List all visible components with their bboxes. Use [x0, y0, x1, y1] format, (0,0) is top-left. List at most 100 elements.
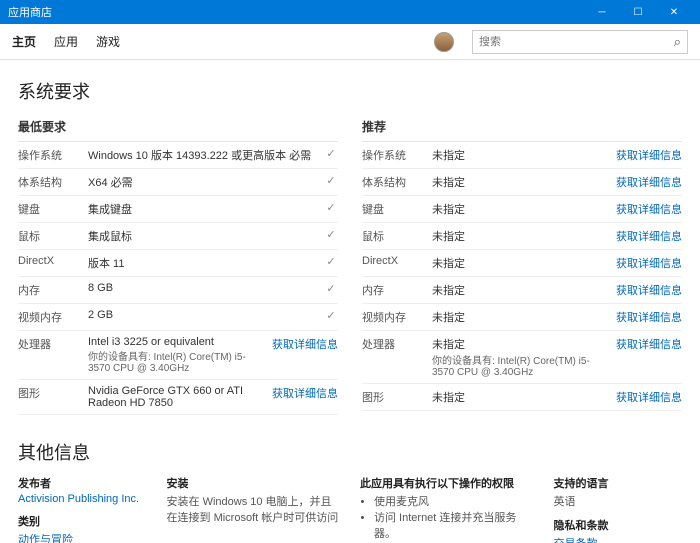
detail-link[interactable]: 获取详细信息 [616, 389, 682, 405]
req-label: 图形 [18, 385, 88, 401]
nav-apps[interactable]: 应用 [54, 33, 78, 50]
req-value: 8 GB [88, 282, 324, 294]
req-label: 处理器 [362, 336, 432, 352]
detail-link[interactable]: 获取详细信息 [272, 336, 338, 352]
rec-row-7: 处理器未指定你的设备具有: Intel(R) Core(TM) i5-3570 … [362, 331, 682, 384]
titlebar: 应用商店 ─ ☐ ✕ [0, 0, 700, 24]
avatar[interactable] [434, 32, 454, 52]
detail-link[interactable]: 获取详细信息 [616, 255, 682, 271]
window-title: 应用商店 [8, 4, 584, 20]
nav-home[interactable]: 主页 [12, 33, 36, 50]
min-row-3: 鼠标集成鼠标✓ [18, 223, 338, 250]
detail-link[interactable]: 获取详细信息 [616, 147, 682, 163]
min-row-1: 体系结构X64 必需✓ [18, 169, 338, 196]
detail-link[interactable]: 获取详细信息 [616, 201, 682, 217]
detail-link[interactable]: 获取详细信息 [616, 282, 682, 298]
search-input[interactable] [479, 36, 674, 48]
check-icon: ✓ [324, 174, 338, 187]
detail-link[interactable]: 获取详细信息 [616, 309, 682, 325]
detail-link[interactable]: 获取详细信息 [616, 228, 682, 244]
rec-row-8: 图形未指定获取详细信息 [362, 384, 682, 411]
req-value: 未指定 [432, 255, 610, 271]
check-icon: ✓ [324, 255, 338, 268]
req-subvalue: 你的设备具有: Intel(R) Core(TM) i5-3570 CPU @ … [88, 348, 266, 374]
req-value: X64 必需 [88, 174, 324, 190]
privacy-link[interactable]: 交易条款 [553, 535, 682, 543]
maximize-button[interactable]: ☐ [620, 7, 656, 18]
rec-row-2: 键盘未指定获取详细信息 [362, 196, 682, 223]
rec-header: 推荐 [362, 114, 682, 142]
req-value: 未指定 [432, 174, 610, 190]
req-value: 未指定 [432, 389, 610, 405]
req-label: 鼠标 [362, 228, 432, 244]
close-button[interactable]: ✕ [656, 7, 692, 18]
check-icon: ✓ [324, 147, 338, 160]
min-col: 最低要求 操作系统Windows 10 版本 14393.222 或更高版本 必… [18, 114, 338, 415]
req-value: Intel i3 3225 or equivalent你的设备具有: Intel… [88, 336, 266, 374]
req-value: 未指定 [432, 228, 610, 244]
req-label: 内存 [18, 282, 88, 298]
req-value: 未指定 [432, 282, 610, 298]
req-value: 2 GB [88, 309, 324, 321]
nav-games[interactable]: 游戏 [96, 33, 120, 50]
rec-row-0: 操作系统未指定获取详细信息 [362, 142, 682, 169]
req-value: 未指定 [432, 147, 610, 163]
req-subvalue: 你的设备具有: Intel(R) Core(TM) i5-3570 CPU @ … [432, 352, 610, 378]
min-row-0: 操作系统Windows 10 版本 14393.222 或更高版本 必需✓ [18, 142, 338, 169]
other-heading: 其他信息 [18, 439, 682, 465]
req-label: DirectX [18, 255, 88, 267]
rec-row-3: 鼠标未指定获取详细信息 [362, 223, 682, 250]
req-value: 未指定你的设备具有: Intel(R) Core(TM) i5-3570 CPU… [432, 336, 610, 378]
search-box[interactable]: ⌕ [472, 30, 688, 54]
req-label: 视频内存 [362, 309, 432, 325]
perm-item: 使用麦克风 [374, 493, 533, 509]
min-row-6: 视频内存2 GB✓ [18, 304, 338, 331]
lang-block: 支持的语言 英语 隐私和条款 交易条款 举报此产品 告知 Microsoft 不… [553, 475, 682, 543]
req-value: 版本 11 [88, 255, 324, 271]
publisher-link[interactable]: Activision Publishing Inc. [18, 493, 147, 505]
req-label: 键盘 [362, 201, 432, 217]
req-value: 集成鼠标 [88, 228, 324, 244]
req-label: 处理器 [18, 336, 88, 352]
navbar: 主页 应用 游戏 ⌕ [0, 24, 700, 60]
detail-link[interactable]: 获取详细信息 [616, 336, 682, 352]
rec-col: 推荐 操作系统未指定获取详细信息体系结构未指定获取详细信息键盘未指定获取详细信息… [362, 114, 682, 415]
min-header: 最低要求 [18, 114, 338, 142]
req-label: 内存 [362, 282, 432, 298]
req-value: 未指定 [432, 309, 610, 325]
rec-row-5: 内存未指定获取详细信息 [362, 277, 682, 304]
minimize-button[interactable]: ─ [584, 7, 620, 18]
req-label: 操作系统 [362, 147, 432, 163]
req-label: 体系结构 [18, 174, 88, 190]
min-row-8: 图形Nvidia GeForce GTX 660 or ATI Radeon H… [18, 380, 338, 415]
publisher-block: 发布者 Activision Publishing Inc. 类别 动作与冒险 … [18, 475, 147, 543]
req-label: 体系结构 [362, 174, 432, 190]
req-label: 图形 [362, 389, 432, 405]
check-icon: ✓ [324, 309, 338, 322]
min-row-4: DirectX版本 11✓ [18, 250, 338, 277]
install-block: 安装 安装在 Windows 10 电脑上，并且在连接到 Microsoft 帐… [167, 475, 340, 543]
category-link[interactable]: 动作与冒险 [18, 531, 147, 543]
req-label: 视频内存 [18, 309, 88, 325]
req-value: 未指定 [432, 201, 610, 217]
min-row-7: 处理器Intel i3 3225 or equivalent你的设备具有: In… [18, 331, 338, 380]
perm-item: 访问 Internet 连接并充当服务器。 [374, 509, 533, 541]
detail-link[interactable]: 获取详细信息 [272, 385, 338, 401]
rec-row-1: 体系结构未指定获取详细信息 [362, 169, 682, 196]
rec-row-4: DirectX未指定获取详细信息 [362, 250, 682, 277]
req-value: Windows 10 版本 14393.222 或更高版本 必需 [88, 147, 324, 163]
check-icon: ✓ [324, 201, 338, 214]
req-label: DirectX [362, 255, 432, 267]
sysreq-heading: 系统要求 [18, 78, 682, 104]
req-label: 键盘 [18, 201, 88, 217]
detail-link[interactable]: 获取详细信息 [616, 174, 682, 190]
min-row-2: 键盘集成键盘✓ [18, 196, 338, 223]
content: 系统要求 最低要求 操作系统Windows 10 版本 14393.222 或更… [0, 60, 700, 543]
check-icon: ✓ [324, 282, 338, 295]
search-icon[interactable]: ⌕ [674, 34, 681, 50]
req-label: 鼠标 [18, 228, 88, 244]
min-row-5: 内存8 GB✓ [18, 277, 338, 304]
perm-block: 此应用具有执行以下操作的权限 使用麦克风访问 Internet 连接并充当服务器… [360, 475, 533, 543]
check-icon: ✓ [324, 228, 338, 241]
req-value: 集成键盘 [88, 201, 324, 217]
